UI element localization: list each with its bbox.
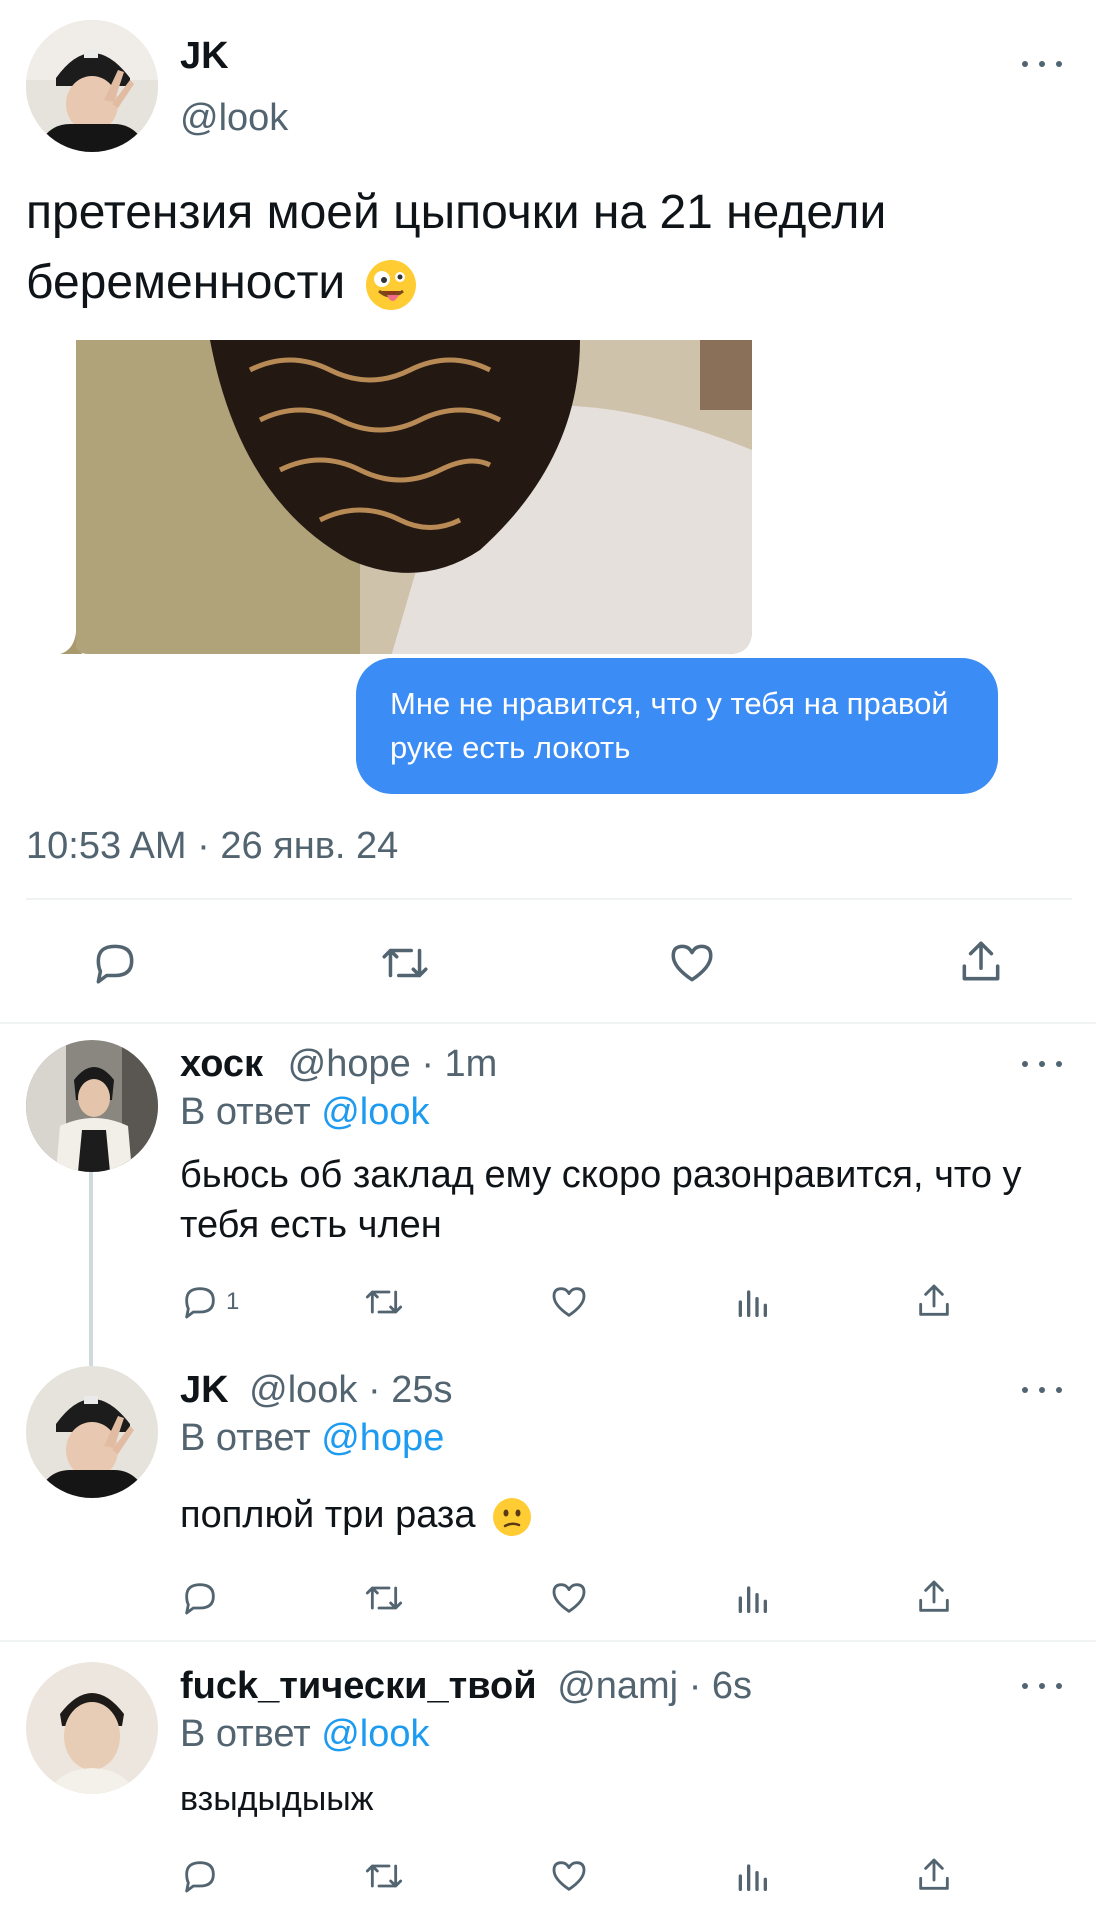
display-name[interactable]: JK xyxy=(180,34,229,78)
more-options-icon[interactable] xyxy=(1022,1676,1062,1696)
reply-button[interactable] xyxy=(90,938,140,988)
retweet-icon xyxy=(365,1864,403,1888)
display-name[interactable]: fuck_тически_твой xyxy=(180,1665,537,1707)
reply-icon xyxy=(185,1287,215,1319)
like-button[interactable] xyxy=(548,1578,590,1618)
avatar[interactable] xyxy=(26,1040,158,1172)
retweet-icon xyxy=(365,1290,403,1314)
reply-text: взыдыдыыж xyxy=(180,1780,374,1818)
handle[interactable]: @namj xyxy=(557,1665,678,1707)
avatar-image xyxy=(26,20,158,152)
retweet-button[interactable] xyxy=(362,1856,406,1896)
like-button[interactable] xyxy=(548,1282,590,1322)
reply-text: бьюсь об заклад ему скоро разонравится, … xyxy=(180,1154,1022,1246)
avatar-image xyxy=(26,1662,158,1794)
share-button[interactable] xyxy=(914,1280,954,1322)
reply-header: JK @look · 25s xyxy=(180,1366,452,1414)
retweet-icon xyxy=(382,948,428,978)
chat-message-bubble: Мне не нравится, что у тебя на правой ру… xyxy=(356,658,998,794)
avatar[interactable] xyxy=(26,1366,158,1498)
section-divider xyxy=(0,1022,1096,1024)
like-icon xyxy=(552,1287,586,1317)
reply-to-label: В ответ xyxy=(180,1091,311,1133)
share-button[interactable] xyxy=(914,1854,954,1896)
reply-icon xyxy=(185,1861,215,1893)
reply-header: хоск @hope · 1m xyxy=(180,1040,497,1088)
display-name[interactable]: хоск xyxy=(180,1043,263,1085)
chat-message-text: Мне не нравится, что у тебя на правой ру… xyxy=(390,686,949,765)
reply-to-line: В ответ @hope xyxy=(180,1414,444,1462)
timestamp[interactable]: 10:53 AM · 26 янв. 24 xyxy=(26,824,398,868)
retweet-icon xyxy=(365,1586,403,1610)
like-icon xyxy=(552,1583,586,1613)
reply-text-content: поплюй три раза xyxy=(180,1494,476,1536)
like-button[interactable] xyxy=(548,1856,590,1896)
handle[interactable]: @look xyxy=(249,1369,357,1411)
share-button[interactable] xyxy=(914,1576,954,1618)
tweet-text-content: претензия моей цыпочки на 21 недели бере… xyxy=(26,186,887,309)
reply-to-line: В ответ @look xyxy=(180,1710,430,1758)
display-name[interactable]: JK xyxy=(180,1369,229,1411)
tweet-text: претензия моей цыпочки на 21 недели бере… xyxy=(26,178,1066,318)
analytics-button[interactable] xyxy=(732,1578,772,1618)
reply-header: fuck_тически_твой @namj · 6s xyxy=(180,1662,752,1710)
reply-count: 1 xyxy=(226,1288,240,1315)
reply-icon xyxy=(185,1583,215,1615)
avatar-image xyxy=(26,1366,158,1498)
post-time[interactable]: · 25s xyxy=(368,1369,452,1411)
reply-text: поплюй три раза xyxy=(180,1490,1060,1540)
reply-to-label: В ответ xyxy=(180,1713,311,1755)
like-icon xyxy=(552,1861,586,1891)
reply-to-mention[interactable]: @look xyxy=(321,1713,429,1755)
avatar[interactable] xyxy=(26,1662,158,1794)
analytics-button[interactable] xyxy=(732,1856,772,1896)
thread-line xyxy=(89,1166,93,1366)
share-icon xyxy=(919,1580,949,1612)
analytics-icon xyxy=(738,1586,767,1613)
more-options-icon[interactable] xyxy=(1022,1380,1062,1400)
handle[interactable]: @look xyxy=(180,96,288,140)
reply-button[interactable] xyxy=(180,1856,220,1896)
reply-to-mention[interactable]: @look xyxy=(321,1091,429,1133)
reply-to-label: В ответ xyxy=(180,1417,311,1459)
like-icon xyxy=(671,944,713,982)
section-divider xyxy=(0,1640,1096,1642)
reply-icon xyxy=(96,944,134,984)
share-icon xyxy=(962,941,1000,981)
share-icon xyxy=(919,1858,949,1890)
reply-to-line: В ответ @look xyxy=(180,1088,430,1136)
divider xyxy=(26,898,1072,900)
handle[interactable]: @hope xyxy=(288,1043,411,1085)
more-options-icon[interactable] xyxy=(1022,54,1062,74)
avatar-image xyxy=(26,1040,158,1172)
analytics-icon xyxy=(738,1290,767,1317)
share-icon xyxy=(919,1284,949,1316)
post-time[interactable]: · 1m xyxy=(421,1043,497,1085)
retweet-button[interactable] xyxy=(362,1282,406,1322)
reply-to-mention[interactable]: @hope xyxy=(321,1417,444,1459)
reply-button[interactable]: 1 xyxy=(180,1282,239,1322)
analytics-icon xyxy=(738,1864,767,1891)
analytics-button[interactable] xyxy=(732,1282,772,1322)
retweet-button[interactable] xyxy=(362,1578,406,1618)
retweet-button[interactable] xyxy=(378,938,432,988)
zany-face-emoji xyxy=(365,259,417,311)
confused-face-emoji xyxy=(492,1497,532,1537)
like-button[interactable] xyxy=(666,938,718,988)
more-options-icon[interactable] xyxy=(1022,1054,1062,1074)
avatar[interactable] xyxy=(26,20,158,152)
reply-button[interactable] xyxy=(180,1578,220,1618)
post-time[interactable]: · 6s xyxy=(689,1665,752,1707)
share-button[interactable] xyxy=(956,936,1006,988)
